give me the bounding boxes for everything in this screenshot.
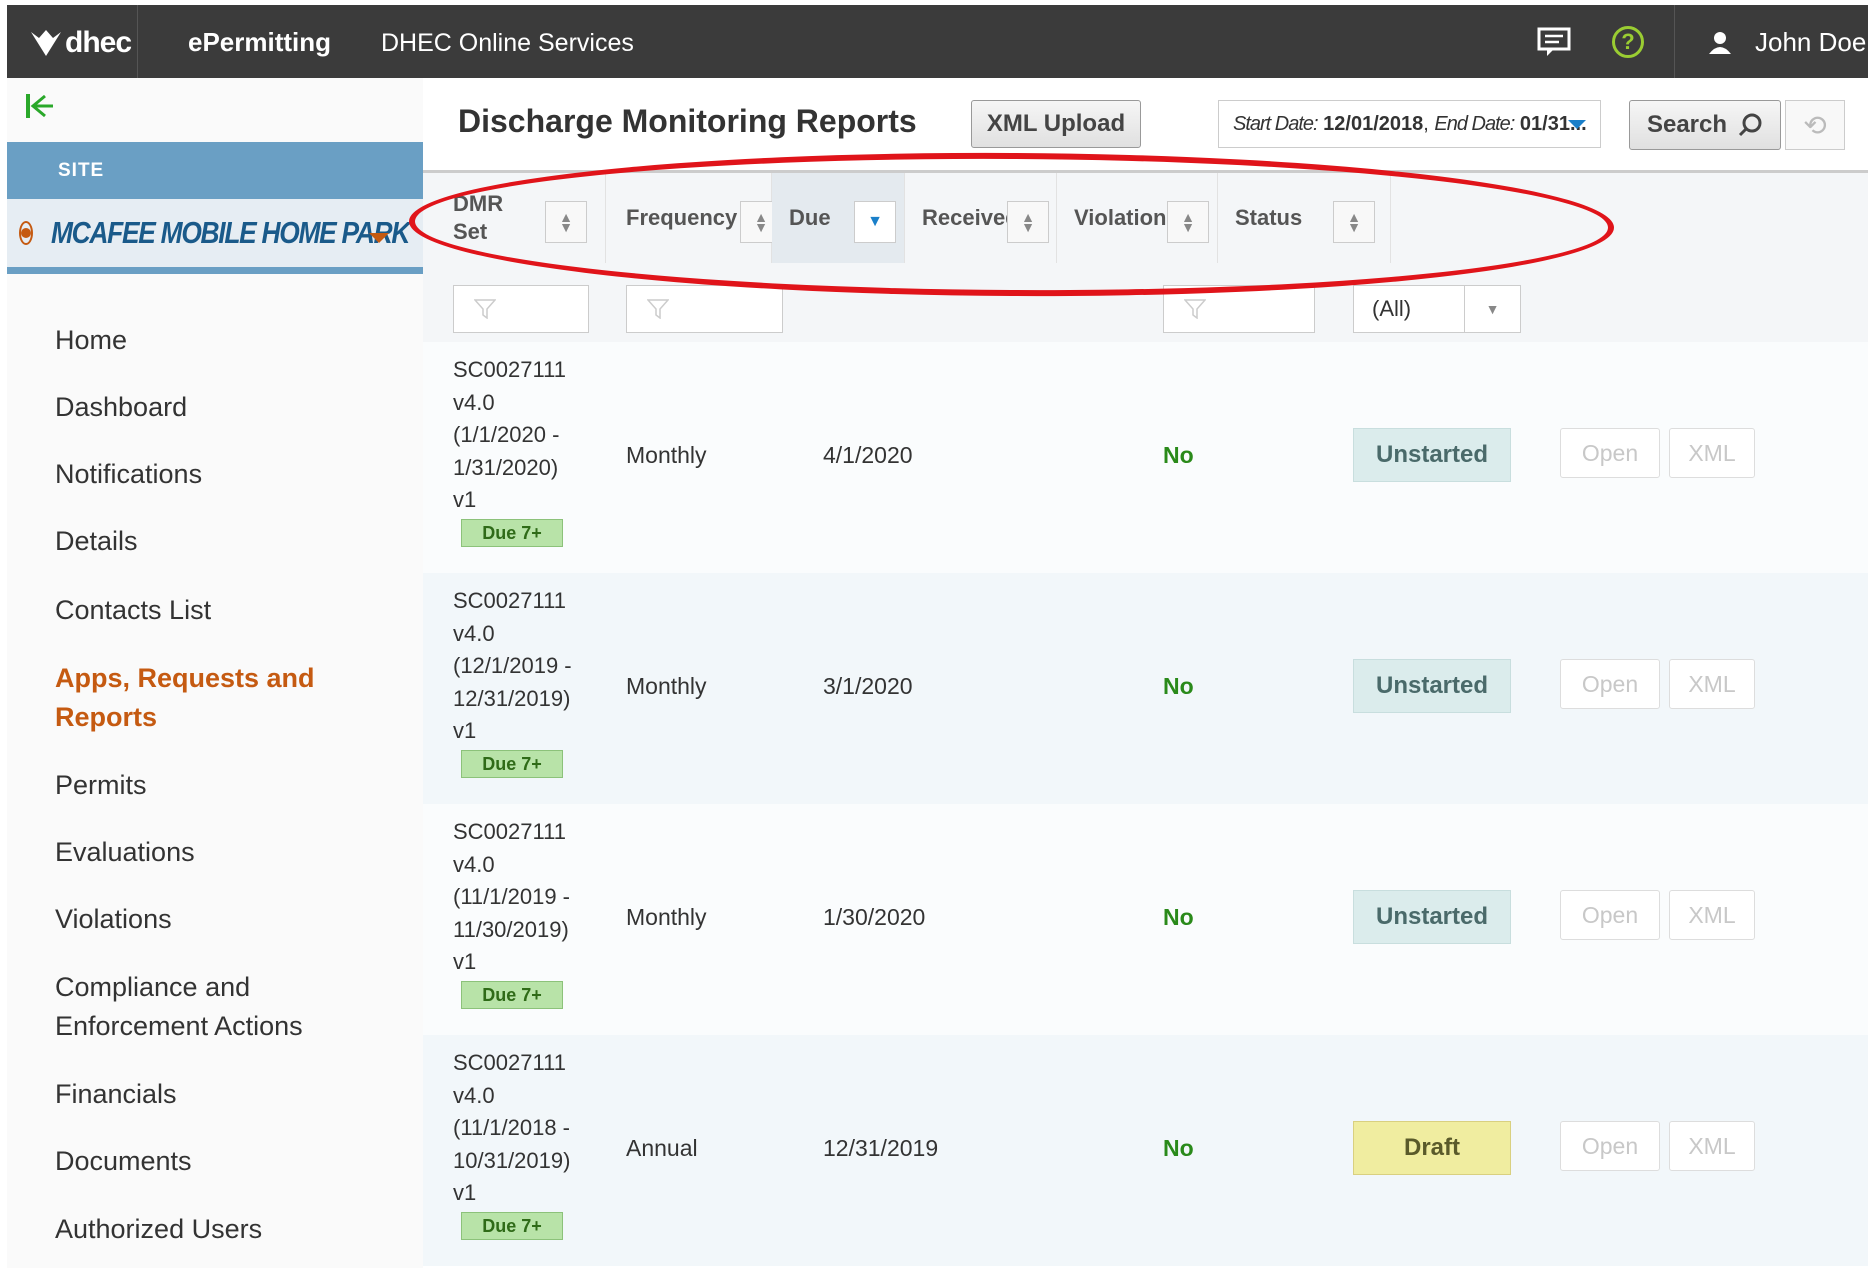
open-button[interactable]: Open [1560, 428, 1660, 478]
nav-evaluations[interactable]: Evaluations [55, 833, 195, 872]
palmetto-icon [31, 30, 61, 56]
search-icon [1738, 113, 1762, 137]
sort-dmr-set-icon[interactable]: ▲ ▼ [545, 201, 587, 243]
open-button[interactable]: Open [1560, 659, 1660, 709]
frequency-cell: Monthly [626, 904, 707, 930]
table-row: SC0027111 v4.0 (11/1/2018 -10/31/2019) v1 D… [423, 1035, 1868, 1266]
filter-violations-input[interactable] [1163, 285, 1315, 333]
frequency-cell: Monthly [626, 442, 707, 468]
violations-cell: No [1163, 1135, 1194, 1161]
xml-button[interactable]: XML [1669, 1121, 1755, 1171]
site-label: SITE [7, 142, 423, 199]
help-icon[interactable]: ? [1609, 23, 1647, 61]
nav-permits[interactable]: Permits [55, 766, 147, 805]
frequency-cell: Monthly [626, 673, 707, 699]
divider [1674, 5, 1675, 78]
nav-authorized-users[interactable]: Authorized Users [55, 1210, 262, 1249]
violations-cell: No [1163, 442, 1194, 468]
filter-dmr-set-input[interactable] [453, 285, 589, 333]
sort-received-icon[interactable]: ▲ ▼ [1007, 201, 1049, 243]
nav-notifications[interactable]: Notifications [55, 455, 202, 494]
nav-documents[interactable]: Documents [55, 1142, 192, 1181]
xml-button[interactable]: XML [1669, 890, 1755, 940]
frequency-cell: Annual [626, 1135, 698, 1161]
status-badge: Draft [1353, 1121, 1511, 1175]
dmr-set-cell: SC0027111 v4.0 (11/1/2019 -11/30/2019) v1 D… [453, 816, 570, 1009]
online-services-link[interactable]: DHEC Online Services [381, 29, 634, 58]
sidebar: SITE MCAFEE MOBILE HOME PARK Home Dashbo… [7, 78, 423, 1268]
nav-details[interactable]: Details [55, 522, 138, 561]
top-bar: dhec ePermitting DHEC Online Services ? … [7, 5, 1868, 78]
open-button[interactable]: Open [1560, 890, 1660, 940]
status-badge: Unstarted [1353, 428, 1511, 482]
nav-apps-requests-reports[interactable]: Apps, Requests and Reports [55, 659, 315, 737]
filter-icon [474, 299, 496, 319]
chevron-down-icon[interactable] [369, 233, 389, 243]
chevron-down-icon[interactable]: ▼ [1464, 286, 1520, 332]
sort-due-desc-icon[interactable]: ▼ [854, 201, 896, 243]
open-button[interactable]: Open [1560, 1121, 1660, 1171]
dmr-set-cell: SC0027111 v4.0 (11/1/2018 -10/31/2019) v1 D… [453, 1047, 570, 1240]
status-badge: Unstarted [1353, 890, 1511, 944]
reset-icon[interactable]: ⟲ [1785, 100, 1845, 150]
dhec-logo[interactable]: dhec [29, 21, 132, 65]
due-cell: 12/31/2019 [823, 1135, 939, 1161]
date-range-picker[interactable]: Start Date: 12/01/2018, End Date: 01/31.… [1218, 100, 1601, 148]
divider [137, 5, 138, 78]
dmr-set-cell: SC0027111 v4.0 (1/1/2020 -1/31/2020) v1 Due… [453, 354, 566, 547]
due-cell: 1/30/2020 [823, 904, 926, 930]
xml-button[interactable]: XML [1669, 428, 1755, 478]
nav-dashboard[interactable]: Dashboard [55, 388, 187, 427]
filter-status-select[interactable]: (All) ▼ [1353, 285, 1521, 333]
xml-button[interactable]: XML [1669, 659, 1755, 709]
sort-violations-icon[interactable]: ▲ ▼ [1167, 201, 1209, 243]
app-name-link[interactable]: ePermitting [188, 27, 331, 58]
nav-home[interactable]: Home [55, 321, 127, 360]
page-title: Discharge Monitoring Reports [458, 103, 917, 139]
feedback-icon[interactable] [1535, 23, 1573, 61]
due-badge: Due 7+ [461, 980, 563, 1009]
nav-contacts-list[interactable]: Contacts List [55, 591, 211, 630]
violations-cell: No [1163, 904, 1194, 930]
table-row: SC0027111 v4.0 (12/1/2019 -12/31/2019) v1 D… [423, 573, 1868, 804]
due-badge: Due 7+ [461, 1211, 563, 1240]
table-row: SC0027111 v4.0 (11/1/2019 -11/30/2019) v1 D… [423, 804, 1868, 1035]
due-badge: Due 7+ [461, 749, 563, 778]
table-row: SC0027111 v4.0 (1/1/2020 -1/31/2020) v1 Due… [423, 342, 1868, 573]
filter-frequency-input[interactable] [626, 285, 783, 333]
status-badge: Unstarted [1353, 659, 1511, 713]
dmr-set-cell: SC0027111 v4.0 (12/1/2019 -12/31/2019) v1 D… [453, 585, 572, 778]
filter-icon [1184, 299, 1206, 319]
collapse-sidebar-icon[interactable] [25, 92, 55, 125]
sort-status-icon[interactable]: ▲ ▼ [1333, 201, 1375, 243]
nav-compliance-enforcement[interactable]: Compliance and Enforcement Actions [55, 968, 303, 1046]
nav-financials[interactable]: Financials [55, 1075, 177, 1114]
main-content: Discharge Monitoring Reports XML Upload … [423, 78, 1868, 1268]
user-name: John Doe [1755, 27, 1867, 57]
site-radio-icon [19, 221, 33, 245]
xml-upload-button[interactable]: XML Upload [971, 100, 1141, 148]
site-name: MCAFEE MOBILE HOME PARK [51, 215, 410, 250]
user-menu[interactable]: John Doe [1707, 27, 1866, 58]
due-cell: 4/1/2020 [823, 442, 913, 468]
logo-text: dhec [65, 26, 132, 59]
nav-violations[interactable]: Violations [55, 900, 172, 939]
due-badge: Due 7+ [461, 518, 563, 547]
violations-cell: No [1163, 673, 1194, 699]
grid-header: DMR Set ▲ ▼ Frequency ▲ ▼ Due ▼ Received ▲ ▼… [423, 173, 1868, 342]
user-icon [1709, 31, 1731, 54]
chevron-down-icon[interactable] [1568, 120, 1586, 129]
due-cell: 3/1/2020 [823, 673, 913, 699]
search-button[interactable]: Search [1629, 100, 1781, 150]
site-selector[interactable]: MCAFEE MOBILE HOME PARK [7, 199, 423, 274]
filter-icon [647, 299, 669, 319]
